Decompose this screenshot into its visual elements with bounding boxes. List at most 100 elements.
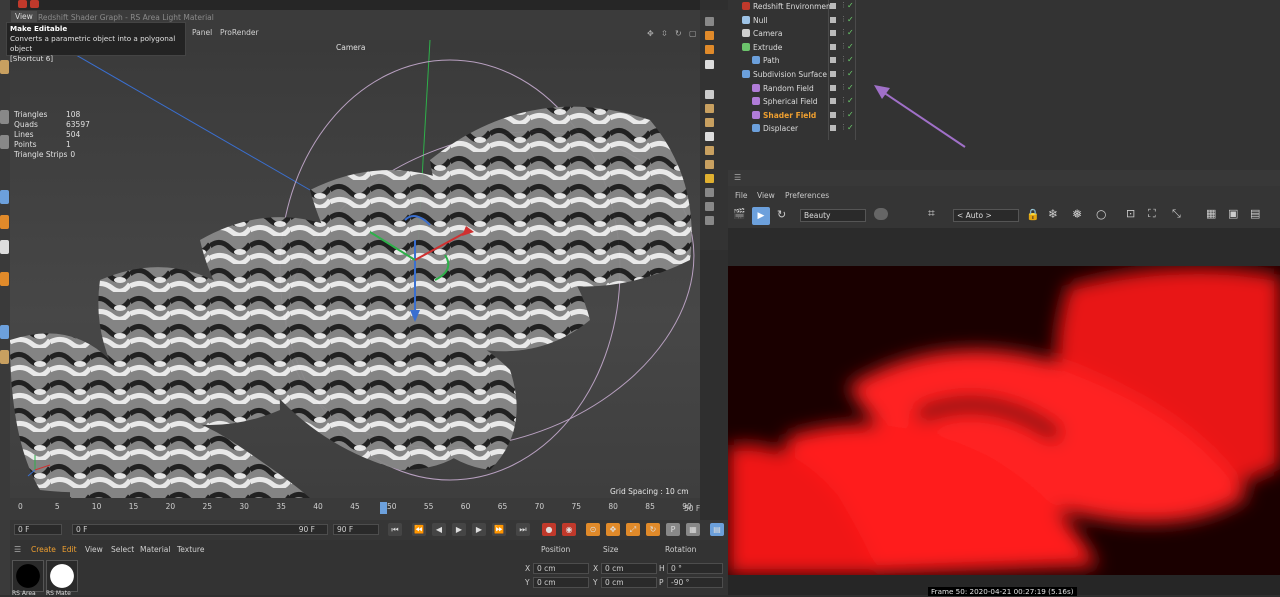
visibility-toggle[interactable] [830,125,836,132]
visibility-toggle[interactable] [830,111,836,118]
rotation-field[interactable]: 0 ° [667,563,723,574]
palette-icon[interactable] [705,60,714,69]
render-dots-icon[interactable]: ⋮ [840,69,847,77]
palette-icon[interactable] [705,118,714,127]
fit-icon[interactable]: ⛶ [1148,207,1156,221]
tool-icon[interactable] [0,135,9,149]
object-row[interactable]: Random Field ⋮ ✓ [730,82,1278,95]
tool-icon[interactable] [0,240,9,254]
material-swatch-rs-mate[interactable] [46,560,78,592]
current-frame-field[interactable]: 0 F [14,524,62,535]
palette-icon[interactable] [705,174,714,183]
render-dots-icon[interactable]: ⋮ [840,15,847,23]
material-menu-create[interactable]: Create [31,545,56,554]
close-icon[interactable] [18,0,27,8]
enabled-check-icon[interactable]: ✓ [847,1,854,10]
preferences-menu[interactable]: Preferences [785,191,829,200]
render-dots-icon[interactable]: ⋮ [840,55,847,63]
size-field[interactable]: 0 cm [601,577,657,588]
rotation-key-icon[interactable]: ↻ [646,523,660,536]
preview-range-field[interactable]: 0 F 90 F [72,524,328,535]
tool-icon[interactable] [0,272,9,286]
material-menu-select[interactable]: Select [111,545,134,554]
camera-select[interactable]: < Auto > [953,209,1019,222]
prev-frame-icon[interactable]: ◀ [432,523,446,536]
palette-icon[interactable] [705,90,714,99]
position-key-icon[interactable]: ✥ [606,523,620,536]
max-frame-field[interactable]: 90 F [333,524,379,535]
crop-icon[interactable]: ⌗ [928,206,935,221]
enabled-check-icon[interactable]: ✓ [847,42,854,51]
rotation-field[interactable]: -90 ° [667,577,723,588]
palette-icon[interactable] [705,146,714,155]
visibility-toggle[interactable] [830,3,836,9]
next-frame-icon[interactable]: ▶ [472,523,486,536]
clapper-icon[interactable]: 🎬 [733,209,745,220]
film-icon[interactable]: ▤ [710,523,724,536]
render-dots-icon[interactable]: ⋮ [840,96,847,104]
visibility-toggle[interactable] [830,98,836,105]
3d-viewport[interactable] [10,40,700,498]
visibility-toggle[interactable] [830,16,836,23]
render-start-icon[interactable]: ▶ [752,207,770,225]
more-icon[interactable]: ▤ [1250,207,1260,220]
material-swatch-rs-area[interactable] [12,560,44,592]
render-dots-icon[interactable]: ⋮ [840,110,847,118]
material-menu-material[interactable]: Material [140,545,170,554]
tool-icon[interactable] [0,350,9,364]
enabled-check-icon[interactable]: ✓ [847,15,854,24]
close-icon[interactable] [30,0,39,8]
tool-icon[interactable] [0,215,9,229]
pla-key-icon[interactable]: ▦ [686,523,700,536]
prev-key-icon[interactable]: ⏪ [412,523,426,536]
panel-menu[interactable]: Panel [192,28,212,37]
object-row[interactable]: Path ⋮ ✓ [730,54,1278,67]
render-output-image[interactable] [728,266,1280,575]
image-icon[interactable]: ▦ [1206,207,1216,220]
aov-select[interactable]: Beauty [800,209,866,222]
enabled-check-icon[interactable]: ✓ [847,55,854,64]
menu-icon[interactable]: ☰ [14,545,21,554]
object-row[interactable]: Subdivision Surface ⋮ ✓ [730,68,1278,81]
render-dots-icon[interactable]: ⋮ [840,42,847,50]
snowflake-alt-icon[interactable]: ❅ [1072,207,1082,221]
visibility-toggle[interactable] [830,43,836,50]
palette-icon[interactable] [705,202,714,211]
enabled-check-icon[interactable]: ✓ [847,69,854,78]
size-field[interactable]: 0 cm [601,563,657,574]
material-menu-edit[interactable]: Edit [62,545,77,554]
move-view-icon[interactable]: ✥ [647,29,655,38]
keyframe-selection-icon[interactable]: ⊙ [586,523,600,536]
menu-icon[interactable]: ☰ [734,173,741,182]
object-row[interactable]: Shader Field ⋮ ✓ [730,109,1278,122]
palette-icon[interactable] [705,216,714,225]
palette-icon[interactable] [705,160,714,169]
object-row[interactable]: Redshift Environment ⋮ ✓ [730,0,1278,13]
play-icon[interactable]: ▶ [452,523,466,536]
position-field[interactable]: 0 cm [533,577,589,588]
view-menu[interactable]: View [757,191,775,200]
visibility-toggle[interactable] [830,30,836,37]
tool-icon[interactable] [0,325,9,339]
rgb-icon[interactable] [874,208,888,220]
render-dots-icon[interactable]: ⋮ [840,83,847,91]
goto-start-icon[interactable]: ⏮ [388,523,402,536]
region-icon[interactable]: ⊡ [1126,207,1135,220]
palette-icon[interactable] [705,104,714,113]
palette-icon[interactable] [705,17,714,26]
visibility-toggle[interactable] [830,71,836,77]
tool-icon[interactable] [0,60,9,74]
tool-icon[interactable] [0,190,9,204]
material-menu-view[interactable]: View [85,545,103,554]
enabled-check-icon[interactable]: ✓ [847,28,854,37]
enabled-check-icon[interactable]: ✓ [847,83,854,92]
next-key-icon[interactable]: ⏩ [492,523,506,536]
file-menu[interactable]: File [735,191,748,200]
object-row[interactable]: Null ⋮ ✓ [730,14,1278,27]
goto-end-icon[interactable]: ⏭ [516,523,530,536]
object-row[interactable]: Camera ⋮ ✓ [730,27,1278,40]
object-row[interactable]: Extrude ⋮ ✓ [730,41,1278,54]
palette-icon[interactable] [705,132,714,141]
zoom-view-icon[interactable]: ⇳ [661,29,669,38]
lock-icon[interactable]: 🔒 [1026,208,1040,221]
